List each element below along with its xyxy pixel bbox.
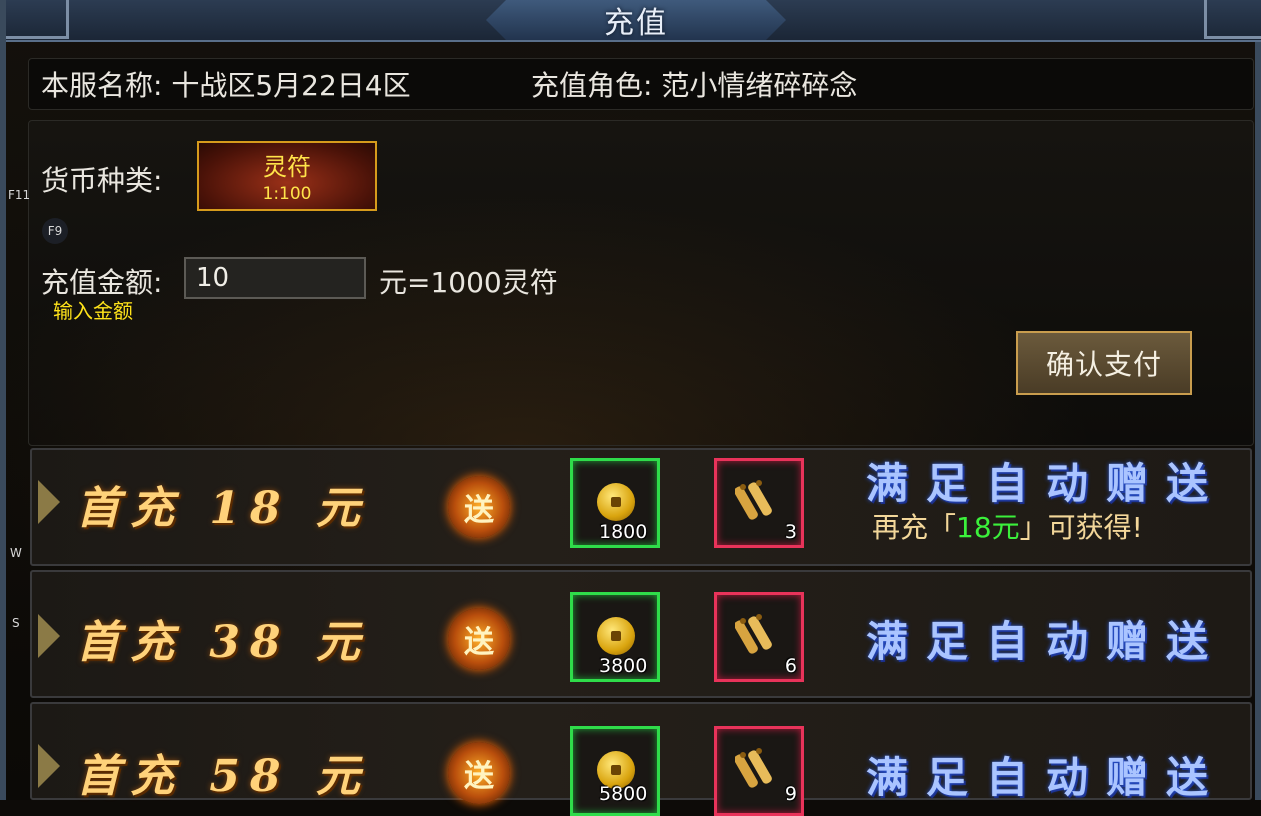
header-ornament-left: [6, 0, 69, 39]
auto-gift-text: 满足自动赠送: [866, 617, 1227, 666]
title-plate: 充值: [486, 0, 786, 40]
scroll-icon: [735, 480, 772, 520]
scroll-icon: [735, 614, 772, 654]
server-name: 十战区5月22日4区: [171, 69, 411, 102]
gold-coin-icon: [597, 617, 635, 655]
currency-option-lingfu[interactable]: 灵符 1:100: [197, 141, 377, 211]
recharge-window: 充值 本服名称: 十战区5月22日4区 充值角色: 范小情绪碎碎念 货币种类: …: [0, 0, 1261, 816]
window-header: 充值: [6, 0, 1261, 42]
conversion-text: 元=1000灵符: [379, 266, 558, 299]
extra-amount: 18元: [956, 511, 1020, 544]
hotkey-f11: F11: [8, 188, 31, 202]
gold-qty: 1800: [599, 521, 648, 543]
reward-row: 首充 58 元 送 5800 9 满足自动赠送: [30, 702, 1252, 816]
reward-title: 首充 38 元: [76, 617, 370, 668]
extra-suffix: 」可获得!: [1019, 511, 1143, 544]
confirm-pay-button[interactable]: 确认支付: [1016, 331, 1192, 395]
gift-icon: 送: [448, 476, 510, 538]
hotkey-f9[interactable]: F9: [42, 218, 68, 244]
hotkey-w: W: [10, 546, 22, 560]
window-title: 充值: [604, 6, 668, 41]
row-arrow-icon: [38, 744, 60, 788]
hotkey-s: S: [12, 616, 20, 630]
auto-gift-text: 满足自动赠送: [866, 753, 1227, 802]
gift-icon: 送: [448, 742, 510, 804]
amount-input[interactable]: [184, 257, 366, 299]
extra-charge-text: 再充「18元」可获得!: [872, 506, 1143, 546]
gold-coin-slot[interactable]: 3800: [570, 592, 660, 682]
currency-label: 货币种类:: [41, 164, 163, 197]
recharge-form: 货币种类: 灵符 1:100 充值金额: 输入金额 元=1000灵符 确认支付: [28, 120, 1254, 446]
reward-title: 首充 58 元: [76, 751, 370, 802]
server-label: 本服名称:: [41, 69, 163, 102]
reward-title: 首充 18 元: [76, 483, 370, 534]
scroll-icon: [735, 748, 772, 788]
row-arrow-icon: [38, 614, 60, 658]
gold-qty: 3800: [599, 655, 648, 677]
info-bar: 本服名称: 十战区5月22日4区 充值角色: 范小情绪碎碎念: [28, 58, 1254, 110]
scroll-slot[interactable]: 3: [714, 458, 804, 548]
gold-coin-icon: [597, 483, 635, 521]
scroll-slot[interactable]: 6: [714, 592, 804, 682]
row-arrow-icon: [38, 480, 60, 524]
scroll-slot[interactable]: 9: [714, 726, 804, 816]
server-info: 本服名称: 十战区5月22日4区: [41, 64, 411, 104]
scroll-qty: 9: [784, 783, 797, 805]
currency-name: 灵符: [263, 153, 311, 181]
role-label: 充值角色:: [531, 69, 653, 102]
extra-prefix: 再充「: [872, 511, 957, 544]
role-name: 范小情绪碎碎念: [661, 69, 858, 102]
gold-coin-slot[interactable]: 5800: [570, 726, 660, 816]
scroll-qty: 3: [784, 521, 797, 543]
gold-coin-slot[interactable]: 1800: [570, 458, 660, 548]
reward-row: 首充 38 元 送 3800 6 满足自动赠送: [30, 570, 1252, 698]
role-info: 充值角色: 范小情绪碎碎念: [531, 64, 857, 104]
currency-rate: 1:100: [262, 184, 312, 204]
gold-qty: 5800: [599, 783, 648, 805]
scroll-qty: 6: [784, 655, 797, 677]
amount-hint: 输入金额: [53, 299, 133, 323]
gift-icon: 送: [448, 608, 510, 670]
header-ornament-right: [1204, 0, 1261, 39]
reward-row: 首充 18 元 送 1800 3 满足自动赠送 再充「18元」可获得!: [30, 448, 1252, 566]
auto-gift-text: 满足自动赠送: [866, 459, 1227, 508]
